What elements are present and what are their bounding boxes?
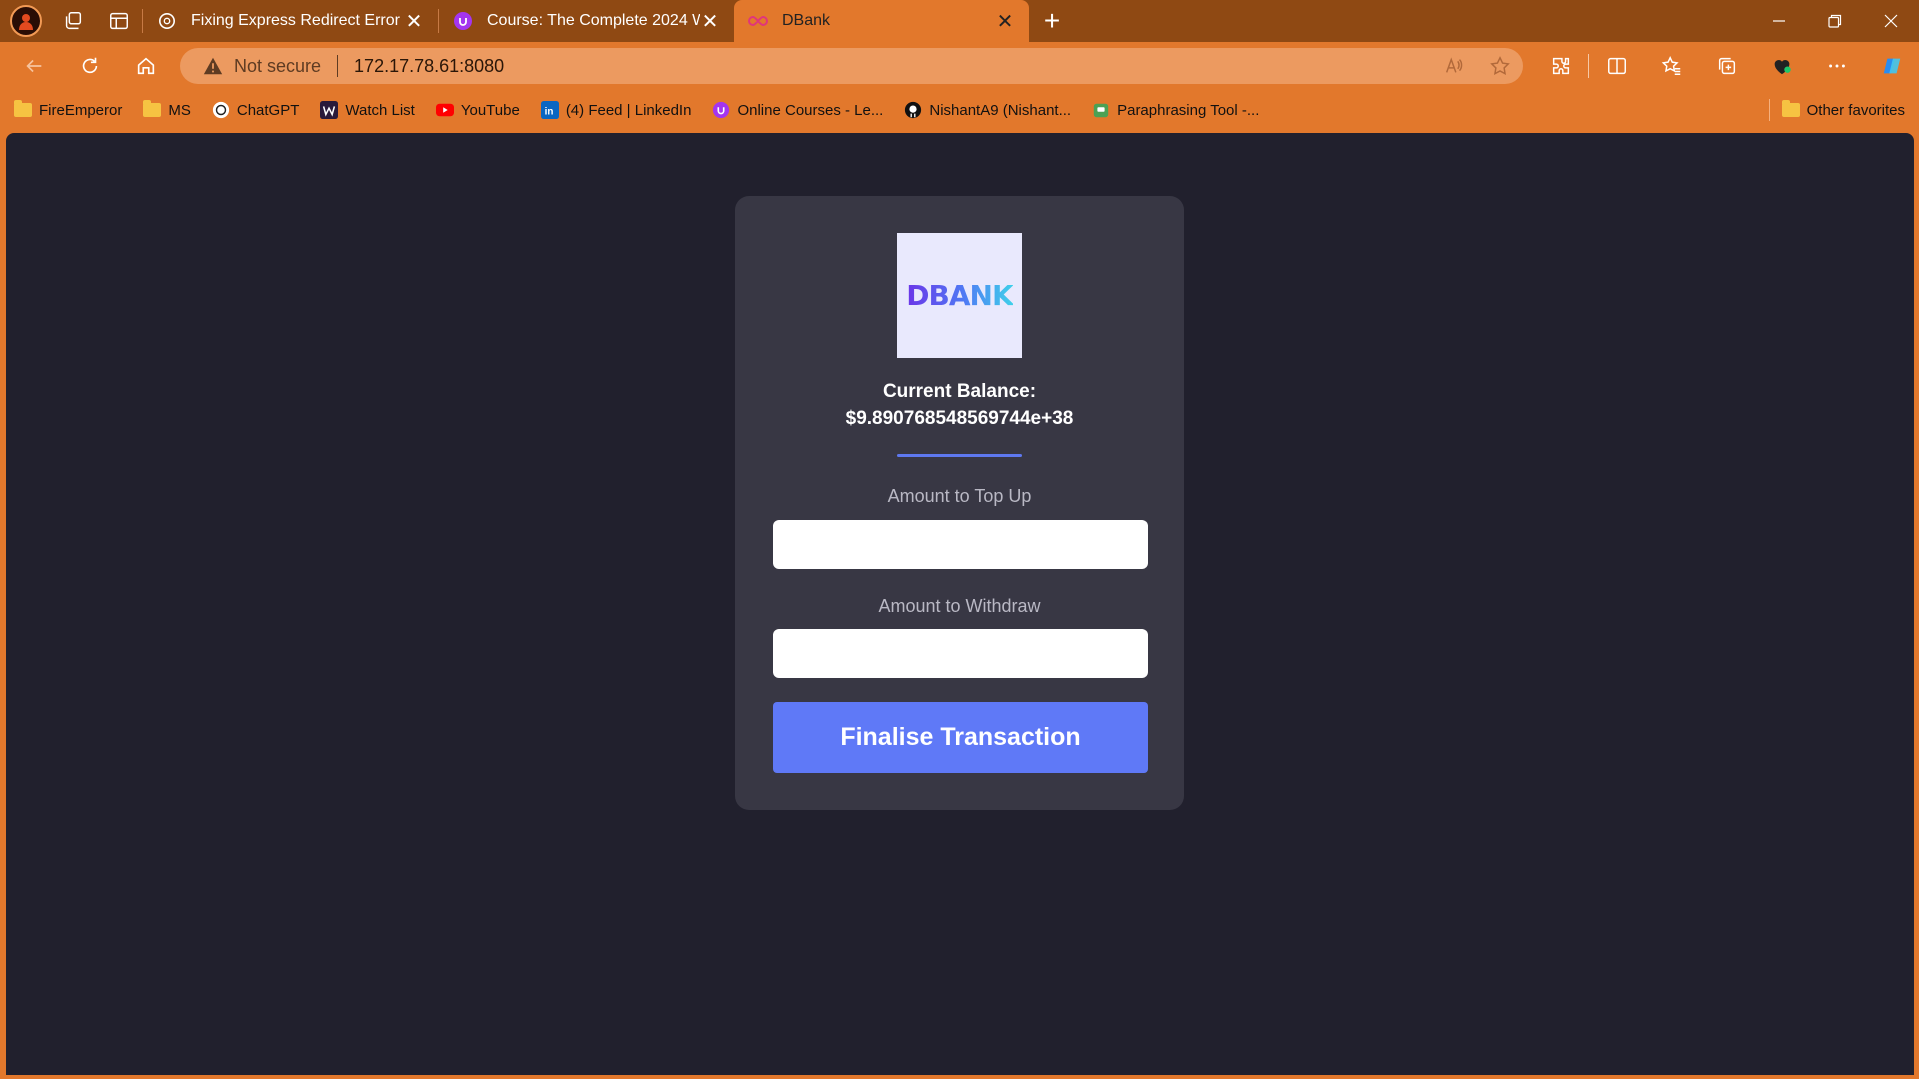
bank-card: DBANK Current Balance: $9.89076854856974…	[735, 196, 1184, 810]
balance-divider	[897, 454, 1022, 457]
bookmark-github[interactable]: NishantA9 (Nishant...	[904, 101, 1071, 119]
favorites-icon[interactable]	[1644, 42, 1699, 90]
bookmark-label: FireEmperor	[39, 101, 123, 119]
logo-text: DBANK	[906, 279, 1013, 312]
balance-value: $9.890768548569744e+38	[845, 408, 1074, 429]
workspaces-icon[interactable]	[50, 0, 96, 42]
restore-icon[interactable]	[1807, 0, 1863, 42]
refresh-icon[interactable]	[62, 42, 118, 90]
bookmark-youtube[interactable]: YouTube	[435, 101, 520, 119]
bookmark-label: Watch List	[345, 101, 415, 119]
dbank-logo: DBANK	[897, 233, 1022, 358]
bookmark-label: Paraphrasing Tool -...	[1117, 101, 1260, 119]
collections-icon[interactable]	[1699, 42, 1754, 90]
window-controls	[1751, 0, 1919, 42]
folder-icon	[14, 100, 32, 119]
address-bar[interactable]: Not secure 172.17.78.61:8080	[180, 48, 1523, 84]
bookmark-ms[interactable]: MS	[143, 100, 191, 119]
url-text[interactable]: 172.17.78.61:8080	[354, 56, 504, 77]
dfinity-icon	[748, 11, 768, 31]
other-favorites-area: Other favorites	[1768, 90, 1905, 130]
tab-course[interactable]: Course: The Complete 2024 Web ✕	[439, 0, 734, 42]
udemy-icon	[712, 101, 730, 119]
tab-title: DBank	[782, 12, 831, 29]
bookmark-label: MS	[168, 101, 191, 119]
watchlist-icon	[320, 101, 339, 119]
tab-title: Course: The Complete 2024 Web	[487, 12, 700, 29]
minimize-icon[interactable]	[1751, 0, 1807, 42]
bookmark-linkedin[interactable]: in (4) Feed | LinkedIn	[540, 101, 692, 119]
security-label[interactable]: Not secure	[234, 56, 321, 77]
other-favorites-label: Other favorites	[1806, 101, 1905, 119]
topup-amount-input[interactable]	[773, 520, 1148, 569]
bookmark-fireemperor[interactable]: FireEmperor	[14, 100, 123, 119]
balance-label: Current Balance:	[882, 381, 1037, 402]
more-options-icon[interactable]	[1809, 42, 1864, 90]
split-screen-icon[interactable]	[1589, 42, 1644, 90]
bookmarks-bar: FireEmperor MS ChatGPT Watch List YouTub…	[0, 90, 1919, 130]
copilot-icon[interactable]	[1864, 42, 1919, 90]
bookmark-label: NishantA9 (Nishant...	[929, 101, 1072, 119]
tab-title: Fixing Express Redirect Error	[191, 12, 400, 29]
other-favorites[interactable]: Other favorites	[1781, 100, 1905, 119]
bookmark-online-courses[interactable]: Online Courses - Le...	[712, 101, 883, 119]
close-icon[interactable]: ✕	[995, 11, 1015, 33]
tab-actions-icon[interactable]	[96, 0, 142, 42]
github-icon	[904, 101, 922, 119]
warning-icon[interactable]	[202, 55, 224, 77]
withdraw-amount-input[interactable]	[773, 629, 1148, 678]
chatgpt-icon	[212, 101, 230, 119]
close-window-icon[interactable]	[1863, 0, 1919, 42]
close-icon[interactable]: ✕	[700, 11, 720, 33]
finalise-transaction-button[interactable]: Finalise Transaction	[773, 702, 1148, 773]
back-icon[interactable]	[6, 42, 62, 90]
profile-avatar-icon[interactable]	[10, 5, 42, 37]
udemy-icon	[453, 11, 473, 31]
bookmark-label: ChatGPT	[236, 101, 300, 119]
tab-strip: Fixing Express Redirect Error ✕ Course: …	[0, 0, 1919, 42]
browser-toolbar: Not secure 172.17.78.61:8080	[0, 42, 1919, 90]
bookmark-chatgpt[interactable]: ChatGPT	[212, 101, 300, 119]
close-icon[interactable]: ✕	[404, 11, 424, 33]
bookmark-label: (4) Feed | LinkedIn	[565, 101, 692, 119]
folder-icon	[143, 100, 162, 119]
withdraw-label: Amount to Withdraw	[878, 596, 1041, 616]
bookmark-label: YouTube	[460, 101, 520, 119]
youtube-icon	[435, 101, 454, 119]
quillbot-icon	[1092, 101, 1110, 119]
bookmark-label: Online Courses - Le...	[737, 101, 884, 119]
topup-label: Amount to Top Up	[887, 486, 1032, 506]
tab-dbank[interactable]: DBank ✕	[734, 0, 1029, 42]
svg-text:in: in	[544, 107, 553, 118]
new-tab-button[interactable]: +	[1031, 0, 1073, 42]
bookmarks-separator	[1768, 99, 1770, 121]
toolbar-right	[1533, 42, 1919, 90]
browser-essentials-icon[interactable]	[1754, 42, 1809, 90]
favorite-star-icon[interactable]	[1489, 55, 1511, 77]
read-aloud-icon[interactable]	[1443, 55, 1465, 77]
extensions-icon[interactable]	[1533, 42, 1588, 90]
linkedin-icon: in	[540, 101, 559, 119]
bookmark-paraphrasing-tool[interactable]: Paraphrasing Tool -...	[1092, 101, 1259, 119]
folder-icon	[1781, 100, 1800, 119]
page-viewport: DBANK Current Balance: $9.89076854856974…	[6, 133, 1914, 1075]
bookmark-watch-list[interactable]: Watch List	[320, 101, 415, 119]
chatgpt-icon	[157, 11, 177, 31]
address-divider	[337, 55, 339, 77]
home-icon[interactable]	[118, 42, 174, 90]
tab-fixing-express[interactable]: Fixing Express Redirect Error ✕	[143, 0, 438, 42]
